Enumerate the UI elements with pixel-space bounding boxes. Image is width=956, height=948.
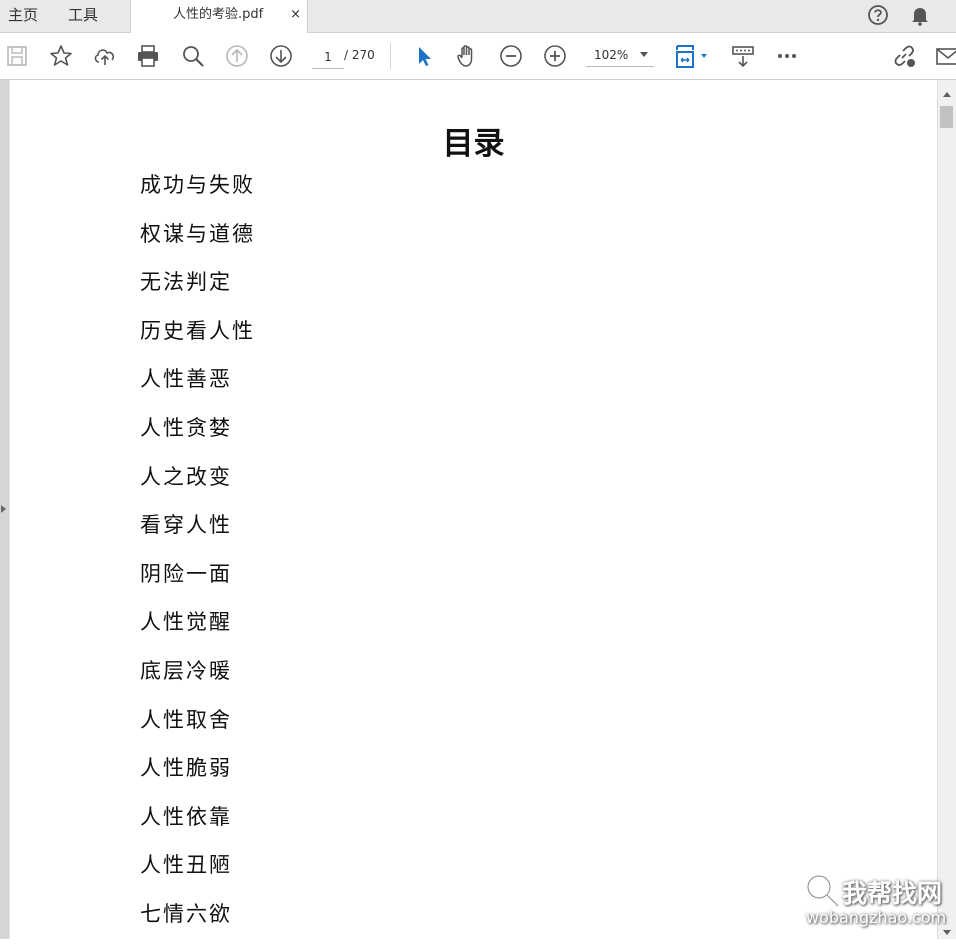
watermark-url: wobangzhao.com <box>806 908 947 927</box>
print-icon[interactable] <box>135 43 161 69</box>
hand-icon[interactable] <box>454 43 480 69</box>
toc-item: 人性贪婪 <box>140 415 232 440</box>
toolbar: / 270 102% <box>0 33 956 80</box>
page-title: 目录 <box>442 126 505 162</box>
top-navigation-bar: 主页 工具 人性的考验.pdf × <box>0 0 956 33</box>
toc-item: 人性取舍 <box>140 707 232 732</box>
page-number-input[interactable] <box>312 46 344 69</box>
toc-item: 无法判定 <box>140 270 232 295</box>
toc-item: 权谋与道德 <box>140 221 255 246</box>
toc-item: 人性丑陋 <box>140 853 232 878</box>
read-mode-icon[interactable] <box>730 43 756 69</box>
nav-home[interactable]: 主页 <box>8 0 38 32</box>
toc-item: 看穿人性 <box>140 513 232 538</box>
zoom-select[interactable]: 102% <box>586 46 654 67</box>
more-icon[interactable] <box>774 43 800 69</box>
scroll-up-icon[interactable] <box>943 92 951 97</box>
link-icon[interactable] <box>891 43 917 69</box>
toc-item: 底层冷暖 <box>140 658 232 683</box>
toc-item: 人性脆弱 <box>140 756 232 781</box>
document-tab-name: 人性的考验.pdf <box>173 7 264 22</box>
zoom-out-icon[interactable] <box>498 43 524 69</box>
document-viewer: 目录 成功与失败 权谋与道德 无法判定 历史看人性 人性善恶 人性贪婪 人之改变… <box>0 80 956 939</box>
fit-page-icon[interactable] <box>673 43 713 69</box>
cloud-upload-icon[interactable] <box>92 43 118 69</box>
chevron-down-icon <box>640 52 648 57</box>
toc-item: 七情六欲 <box>140 901 232 926</box>
watermark: 我帮找网 wobangzhao.com <box>800 870 950 934</box>
toc-item: 历史看人性 <box>140 318 255 343</box>
toolbar-divider <box>390 43 391 69</box>
toc-item: 阴险一面 <box>140 561 232 586</box>
pdf-page: 目录 成功与失败 权谋与道德 无法判定 历史看人性 人性善恶 人性贪婪 人之改变… <box>10 80 937 939</box>
left-panel-rail[interactable] <box>0 80 9 939</box>
help-icon[interactable] <box>867 4 889 26</box>
vertical-scrollbar[interactable] <box>937 80 956 939</box>
page-total: / 270 <box>344 48 375 62</box>
nav-tools[interactable]: 工具 <box>68 0 98 32</box>
mail-icon[interactable] <box>934 43 956 69</box>
bell-icon[interactable] <box>909 4 931 26</box>
watermark-text: 我帮找网 <box>842 879 943 908</box>
toc-item: 人性觉醒 <box>140 610 232 635</box>
zoom-in-icon[interactable] <box>542 43 568 69</box>
magnifier-icon <box>806 874 841 909</box>
close-tab-icon[interactable]: × <box>290 0 301 30</box>
expand-panel-icon[interactable] <box>1 505 6 513</box>
toc-item: 人性善恶 <box>140 367 232 392</box>
scrollbar-thumb[interactable] <box>940 106 953 128</box>
star-icon[interactable] <box>48 43 74 69</box>
toc-item: 人之改变 <box>140 464 232 489</box>
toc-item: 人性依靠 <box>140 804 232 829</box>
arrow-down-circle-icon[interactable] <box>268 43 294 69</box>
arrow-up-circle-icon[interactable] <box>224 43 250 69</box>
zoom-value: 102% <box>594 48 629 62</box>
save-icon[interactable] <box>4 43 30 69</box>
zoom-search-icon[interactable] <box>180 43 206 69</box>
document-tab[interactable]: 人性的考验.pdf × <box>130 0 308 33</box>
toc-item: 成功与失败 <box>140 173 255 197</box>
table-of-contents: 成功与失败 权谋与道德 无法判定 历史看人性 人性善恶 人性贪婪 人之改变 看穿… <box>140 170 255 948</box>
cursor-icon[interactable] <box>411 43 437 69</box>
